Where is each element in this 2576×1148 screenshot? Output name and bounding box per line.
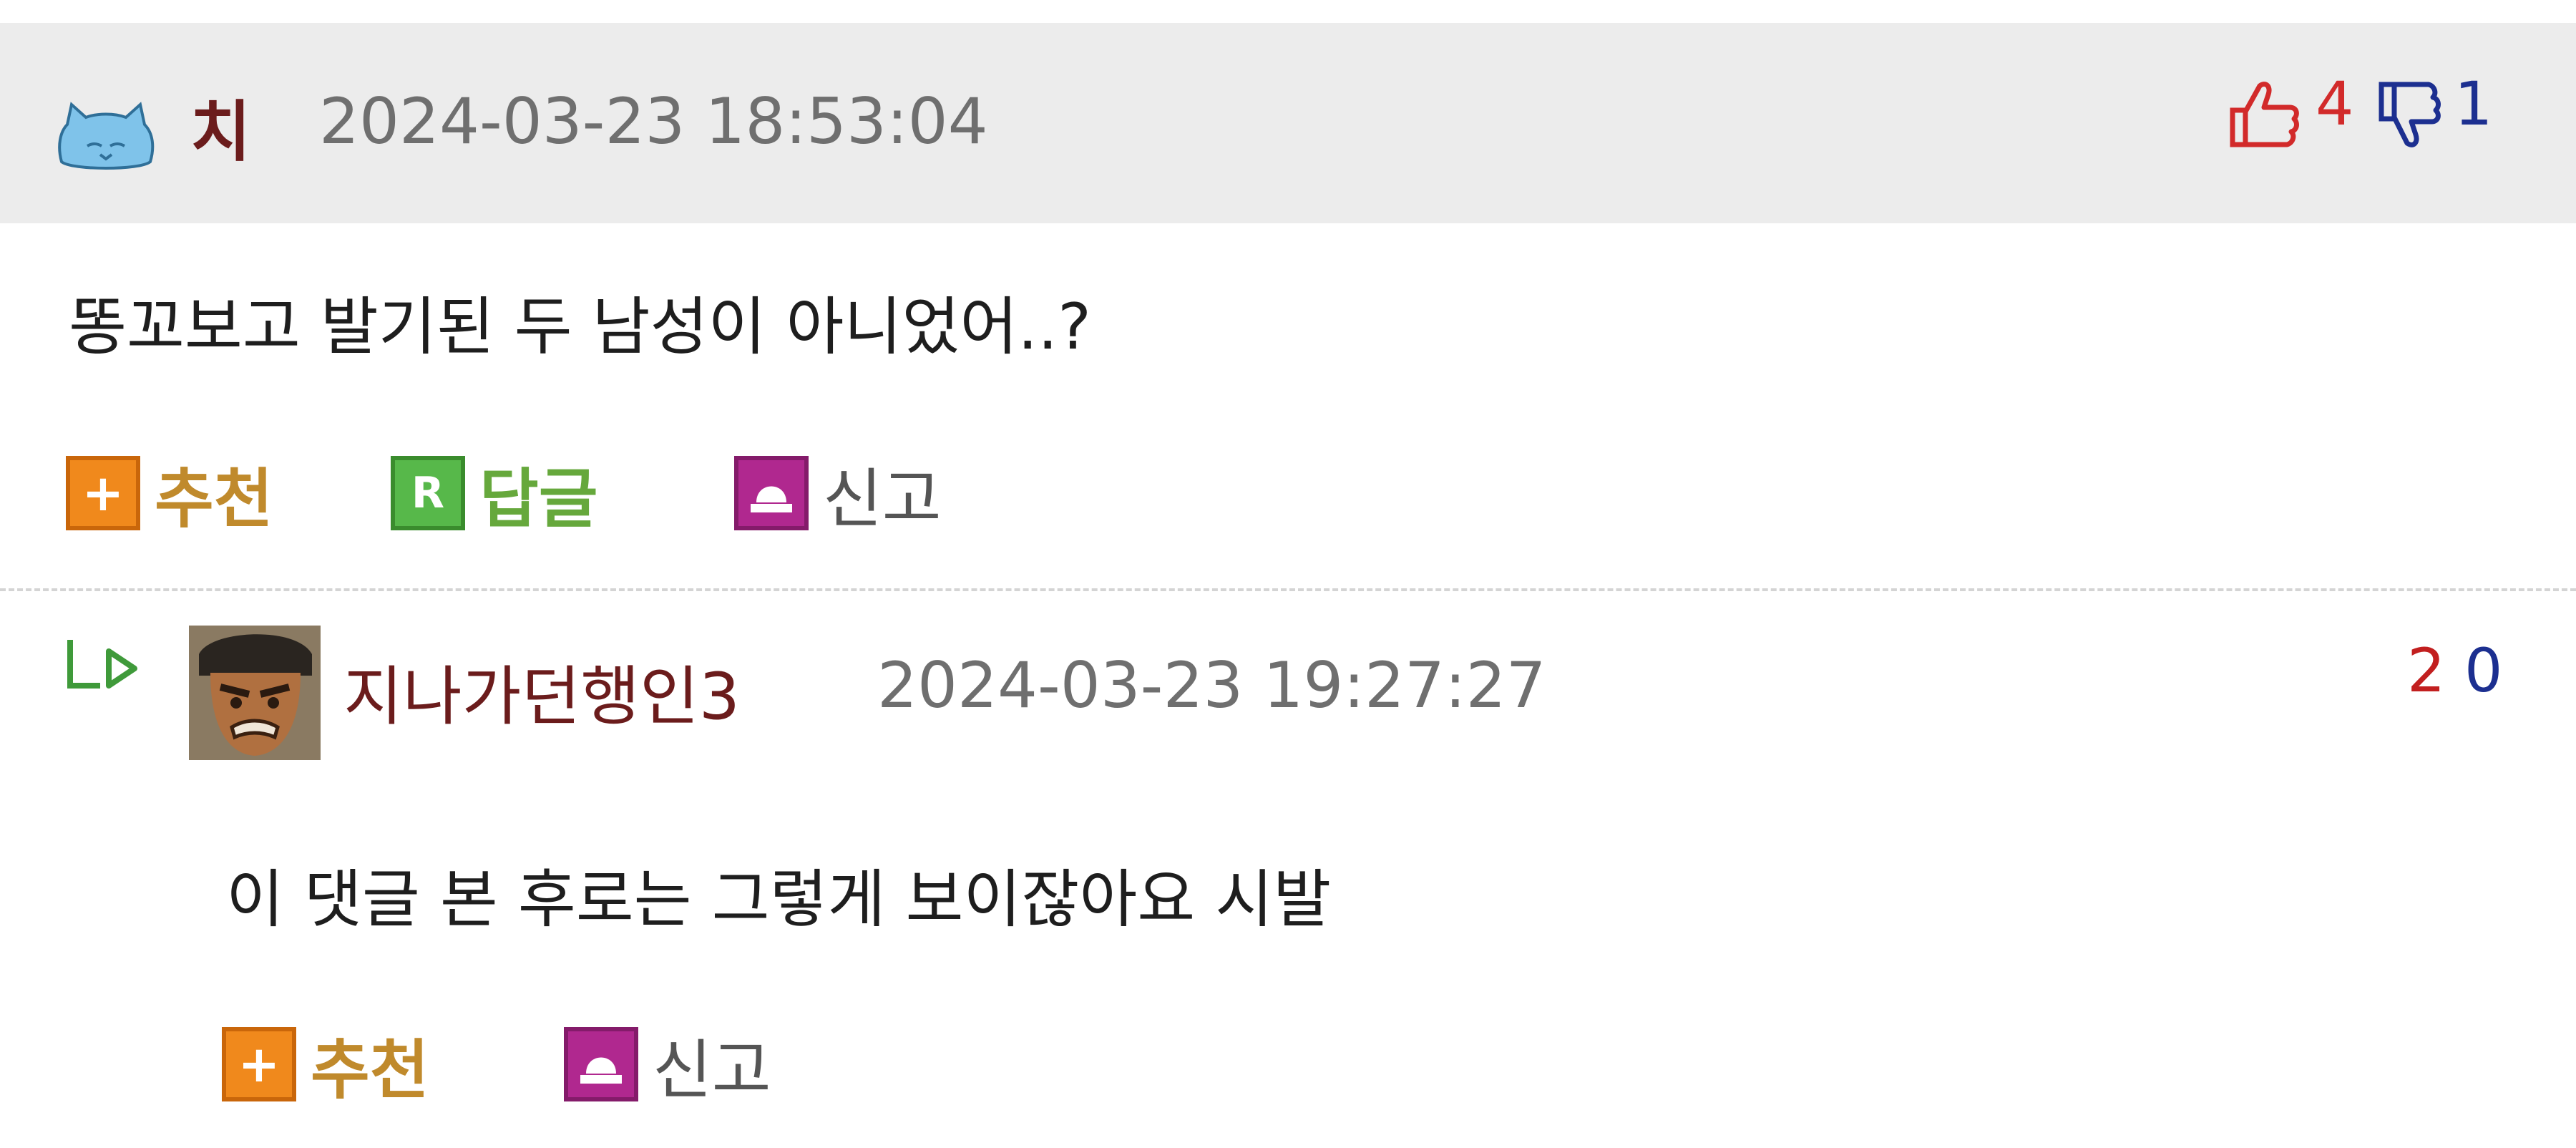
reply-nickname[interactable]: 지나가던행인3 bbox=[343, 644, 740, 737]
reply-report-button[interactable]: 신고 bbox=[564, 1018, 771, 1111]
thumbs-down-icon[interactable] bbox=[2376, 79, 2441, 150]
upvote-count: 4 bbox=[2316, 69, 2354, 139]
face-avatar-icon[interactable] bbox=[189, 626, 321, 760]
reply-arrow-icon bbox=[67, 640, 137, 689]
reply-recommend-button[interactable]: + 추천 bbox=[222, 1018, 429, 1111]
comment-nickname[interactable]: 치 bbox=[190, 79, 251, 174]
siren-icon bbox=[734, 456, 809, 530]
reply-button[interactable]: R 답글 bbox=[391, 447, 598, 540]
recommend-button[interactable]: + 추천 bbox=[66, 447, 273, 540]
reply-icon: R bbox=[391, 456, 465, 530]
recommend-label: 추천 bbox=[155, 462, 273, 537]
reply-upvote-count[interactable]: 2 bbox=[2407, 636, 2445, 706]
comment-thread: 치 2024-03-23 18:53:04 4 1 똥꼬보고 발기된 두 남성이… bbox=[0, 0, 2576, 1148]
report-button[interactable]: 신고 bbox=[734, 447, 942, 540]
reply-text: 이 댓글 본 후로는 그렇게 보이잖아요 시발 bbox=[226, 862, 1332, 936]
plus-icon: + bbox=[66, 456, 140, 530]
reply-timestamp: 2024-03-23 19:27:27 bbox=[877, 648, 1546, 722]
plus-icon: + bbox=[222, 1027, 296, 1101]
reply-label: 답글 bbox=[479, 462, 598, 537]
comment-divider bbox=[0, 588, 2576, 591]
recommend-label: 추천 bbox=[311, 1033, 429, 1108]
downvote-count: 1 bbox=[2454, 69, 2493, 139]
thumbs-up-icon[interactable] bbox=[2227, 79, 2301, 150]
cat-avatar-icon bbox=[58, 102, 155, 170]
comment-timestamp: 2024-03-23 18:53:04 bbox=[319, 84, 988, 158]
comment-text: 똥꼬보고 발기된 두 남성이 아니었어..? bbox=[69, 290, 1091, 364]
report-label: 신고 bbox=[823, 462, 942, 537]
report-label: 신고 bbox=[653, 1033, 771, 1108]
siren-icon bbox=[564, 1027, 638, 1101]
reply-downvote-count[interactable]: 0 bbox=[2464, 636, 2502, 706]
